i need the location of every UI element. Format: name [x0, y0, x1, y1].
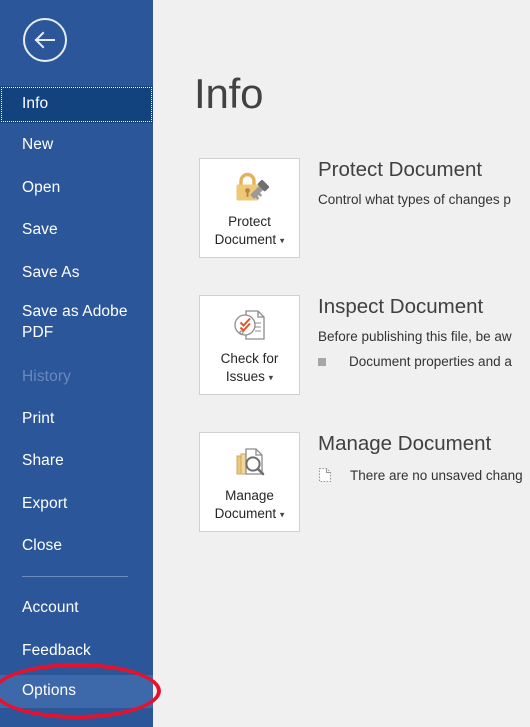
word-backstage-view: Info New Open Save Save As Save as Adobe PDF H…	[0, 0, 530, 727]
sidebar-item-label: Print	[22, 410, 55, 428]
sidebar-item-label: Account	[22, 599, 79, 617]
sidebar-item-label: Open	[22, 179, 61, 197]
sidebar-item-save[interactable]: Save	[0, 214, 153, 247]
lock-key-icon	[228, 170, 272, 206]
sidebar-item-account[interactable]: Account	[0, 592, 153, 625]
check-for-issues-button[interactable]: Check for Issues ▾	[199, 295, 300, 395]
inspect-document-info: Inspect Document Before publishing this …	[318, 295, 530, 372]
backstage-sidebar: Info New Open Save Save As Save as Adobe PDF H…	[0, 0, 153, 727]
dropdown-caret-icon: ▾	[279, 235, 285, 246]
sidebar-item-label: Save	[22, 221, 58, 239]
sidebar-item-share[interactable]: Share	[0, 445, 153, 478]
sidebar-item-open[interactable]: Open	[0, 172, 153, 205]
dropdown-caret-icon: ▾	[279, 509, 285, 520]
protect-document-button[interactable]: Protect Document ▾	[199, 158, 300, 258]
sidebar-item-label: Save as Adobe PDF	[22, 303, 128, 341]
sidebar-item-label: Share	[22, 452, 64, 470]
backstage-main-pane: Info Protect Document ▾ Protect Document…	[153, 0, 530, 727]
section-heading: Inspect Document	[318, 295, 484, 318]
square-bullet-icon	[318, 357, 326, 366]
protect-document-info: Protect Document Control what types of c…	[318, 158, 530, 209]
bullet-text: Document properties and a	[349, 354, 512, 370]
sidebar-item-label: Close	[22, 537, 63, 555]
sidebar-item-label: Info	[22, 95, 49, 113]
document-check-icon	[228, 307, 272, 343]
protect-document-button-label: Protect Document ▾	[214, 214, 285, 248]
document-stack-search-icon	[228, 444, 272, 480]
section-description: Before publishing this file, be aw	[318, 328, 512, 344]
sidebar-item-label: Save As	[22, 264, 80, 282]
sidebar-item-export[interactable]: Export	[0, 488, 153, 521]
sidebar-item-options[interactable]: Options	[0, 675, 153, 708]
sidebar-item-new[interactable]: New	[0, 129, 153, 162]
sidebar-item-label: History	[22, 368, 71, 386]
bullet-text: There are no unsaved chang	[350, 467, 523, 483]
sidebar-item-label: Feedback	[22, 642, 91, 660]
sidebar-divider	[22, 576, 128, 577]
sidebar-item-close[interactable]: Close	[0, 530, 153, 563]
manage-document-info: Manage Document There are no unsaved cha…	[318, 432, 530, 485]
manage-document-button-label: Manage Document ▾	[214, 488, 285, 522]
sidebar-item-save-as[interactable]: Save As	[0, 257, 153, 290]
section-heading: Manage Document	[318, 432, 492, 455]
sidebar-item-history: History	[0, 361, 153, 394]
unsaved-document-icon	[318, 467, 332, 483]
dropdown-caret-icon: ▾	[268, 372, 274, 383]
sidebar-item-label: New	[22, 136, 54, 154]
section-heading: Protect Document	[318, 158, 483, 181]
manage-bullet-row: There are no unsaved chang	[318, 466, 530, 486]
section-description: Control what types of changes p	[318, 191, 511, 207]
back-arrow-icon[interactable]	[23, 18, 67, 62]
inspect-bullet-row: Document properties and a	[318, 352, 530, 372]
sidebar-item-label: Options	[22, 682, 77, 700]
sidebar-item-info[interactable]: Info	[0, 86, 153, 123]
manage-document-button[interactable]: Manage Document ▾	[199, 432, 300, 532]
check-for-issues-button-label: Check for Issues ▾	[220, 351, 279, 385]
sidebar-item-feedback[interactable]: Feedback	[0, 635, 153, 668]
sidebar-item-print[interactable]: Print	[0, 403, 153, 436]
page-title: Info	[194, 70, 264, 117]
sidebar-item-save-as-adobe[interactable]: Save as Adobe PDF	[0, 299, 153, 347]
sidebar-item-label: Export	[22, 495, 68, 513]
